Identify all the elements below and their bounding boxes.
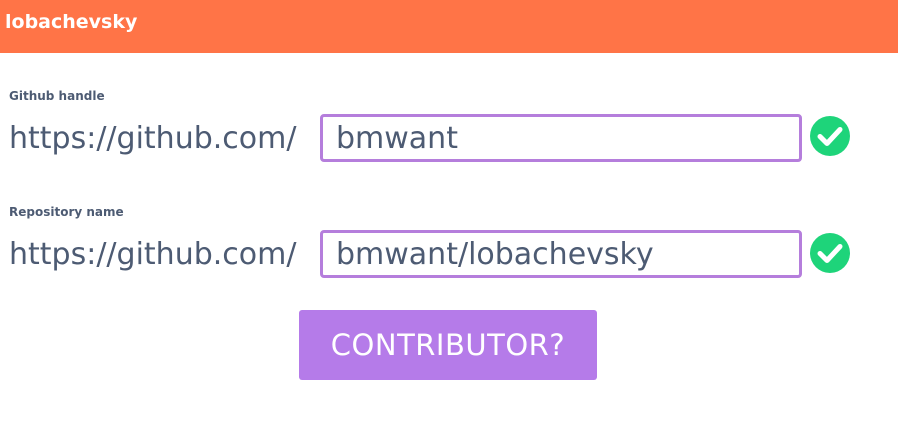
repository-name-prefix: https://github.com/ bbox=[9, 237, 297, 272]
github-handle-input[interactable] bbox=[320, 114, 802, 162]
check-circle-icon bbox=[810, 233, 850, 273]
top-bar: lobachevsky bbox=[0, 0, 898, 53]
repository-name-label: Repository name bbox=[9, 205, 124, 219]
contributor-button[interactable]: CONTRIBUTOR? bbox=[299, 310, 597, 380]
github-handle-label: Github handle bbox=[9, 89, 105, 103]
check-circle-icon bbox=[810, 116, 850, 156]
app-title: lobachevsky bbox=[5, 11, 138, 33]
repository-name-input[interactable] bbox=[320, 230, 802, 278]
github-handle-prefix: https://github.com/ bbox=[9, 121, 297, 156]
